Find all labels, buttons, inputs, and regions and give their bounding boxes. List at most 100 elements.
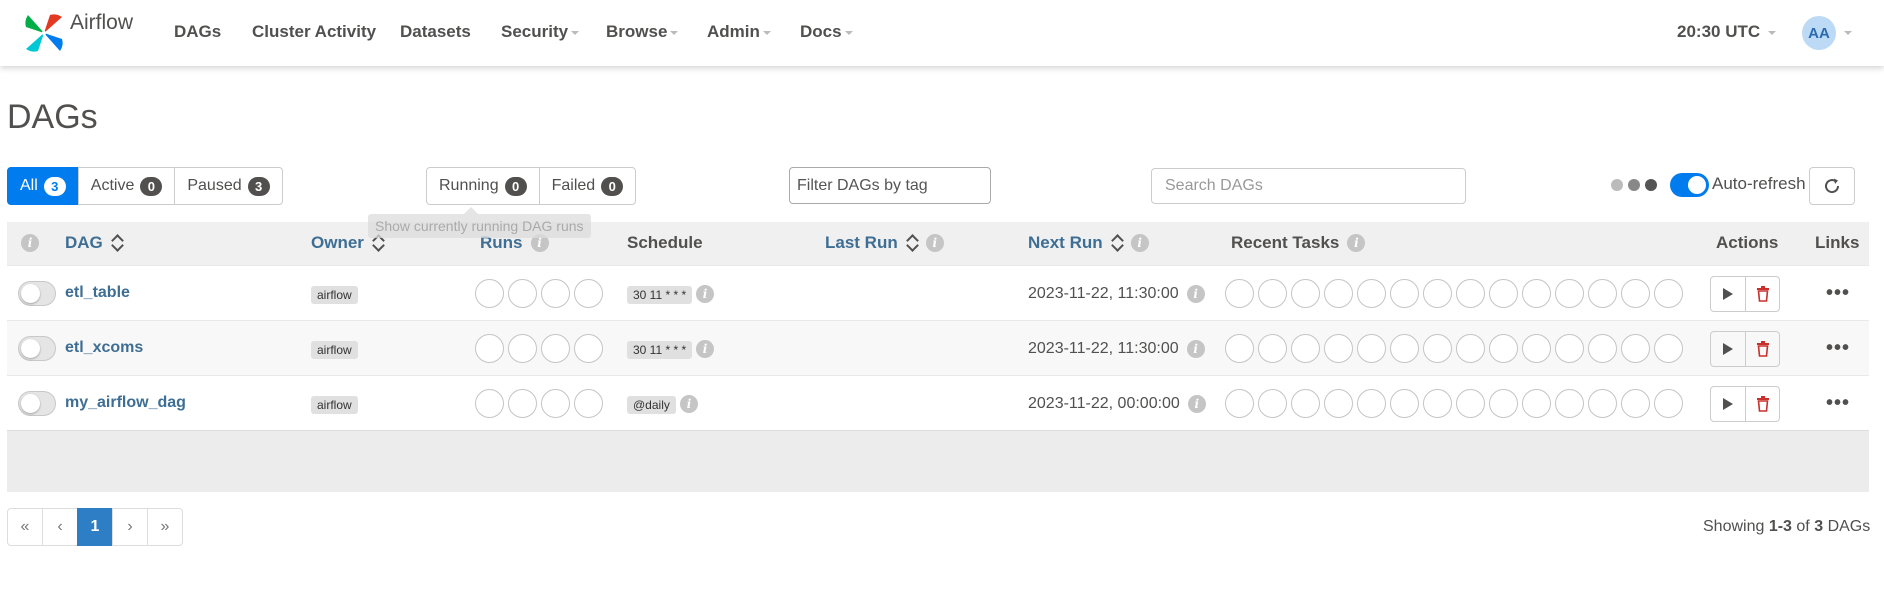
task-status-circle[interactable] [1423, 279, 1452, 308]
pause-toggle[interactable] [18, 391, 56, 416]
nav-dags[interactable]: DAGs [174, 22, 221, 42]
task-status-circle[interactable] [1489, 279, 1518, 308]
run-status-circle[interactable] [475, 334, 504, 363]
run-status-circle[interactable] [508, 389, 537, 418]
task-status-circle[interactable] [1423, 334, 1452, 363]
nav-browse[interactable]: Browse [606, 22, 679, 42]
run-status-circle[interactable] [508, 279, 537, 308]
links-menu-icon[interactable]: ••• [1826, 282, 1850, 305]
task-status-circle[interactable] [1225, 279, 1254, 308]
owner-tag[interactable]: airflow [311, 341, 358, 359]
task-status-circle[interactable] [1588, 389, 1617, 418]
search-dags-input[interactable]: Search DAGs [1151, 168, 1466, 204]
filter-paused-button[interactable]: Paused 3 [174, 167, 283, 205]
task-status-circle[interactable] [1225, 389, 1254, 418]
header-dag[interactable]: DAG [65, 233, 123, 253]
info-icon[interactable]: i [21, 234, 39, 252]
info-icon[interactable]: i [1186, 285, 1205, 303]
task-status-circle[interactable] [1588, 334, 1617, 363]
run-status-circle[interactable] [574, 334, 603, 363]
owner-tag[interactable]: airflow [311, 286, 358, 304]
filter-active-button[interactable]: Active 0 [77, 167, 176, 205]
header-next-run[interactable]: Next Run i [1028, 233, 1149, 253]
task-status-circle[interactable] [1522, 334, 1551, 363]
task-status-circle[interactable] [1291, 389, 1320, 418]
task-status-circle[interactable] [1621, 389, 1650, 418]
nav-cluster-activity[interactable]: Cluster Activity [252, 22, 376, 42]
info-icon[interactable]: i [680, 395, 698, 413]
info-icon[interactable]: i [925, 234, 944, 252]
delete-dag-button[interactable] [1745, 332, 1779, 366]
task-status-circle[interactable] [1258, 334, 1287, 363]
page-first-button[interactable]: « [7, 508, 43, 546]
task-status-circle[interactable] [1225, 334, 1254, 363]
delete-dag-button[interactable] [1745, 277, 1779, 311]
trigger-dag-button[interactable] [1711, 332, 1745, 366]
task-status-circle[interactable] [1621, 334, 1650, 363]
schedule-tag[interactable]: 30 11 * * * [627, 286, 693, 304]
owner-tag[interactable]: airflow [311, 396, 358, 414]
info-icon[interactable]: i [696, 285, 714, 303]
info-icon[interactable]: i [1187, 395, 1206, 413]
info-icon[interactable]: i [696, 340, 714, 358]
task-status-circle[interactable] [1555, 389, 1584, 418]
task-status-circle[interactable] [1291, 334, 1320, 363]
page-last-button[interactable]: » [147, 508, 183, 546]
run-status-circle[interactable] [574, 279, 603, 308]
brand[interactable]: Airflow [22, 8, 133, 58]
task-status-circle[interactable] [1390, 279, 1419, 308]
page-prev-button[interactable]: ‹ [42, 508, 78, 546]
task-status-circle[interactable] [1456, 334, 1485, 363]
task-status-circle[interactable] [1423, 389, 1452, 418]
tag-filter-input[interactable]: Filter DAGs by tag [789, 167, 991, 204]
task-status-circle[interactable] [1390, 389, 1419, 418]
filter-failed-button[interactable]: Failed 0 [538, 167, 637, 205]
task-status-circle[interactable] [1654, 334, 1683, 363]
run-status-circle[interactable] [541, 334, 570, 363]
task-status-circle[interactable] [1522, 279, 1551, 308]
dag-id-link[interactable]: etl_table [65, 284, 130, 302]
task-status-circle[interactable] [1456, 279, 1485, 308]
nav-datasets[interactable]: Datasets [400, 22, 471, 42]
run-status-circle[interactable] [475, 389, 504, 418]
task-status-circle[interactable] [1357, 334, 1386, 363]
task-status-circle[interactable] [1258, 389, 1287, 418]
links-menu-icon[interactable]: ••• [1826, 337, 1850, 360]
trigger-dag-button[interactable] [1711, 277, 1745, 311]
user-menu[interactable]: AA [1802, 16, 1852, 50]
task-status-circle[interactable] [1555, 279, 1584, 308]
task-status-circle[interactable] [1291, 279, 1320, 308]
task-status-circle[interactable] [1489, 389, 1518, 418]
dag-id-link[interactable]: etl_xcoms [65, 339, 143, 357]
task-status-circle[interactable] [1489, 334, 1518, 363]
links-menu-icon[interactable]: ••• [1826, 392, 1850, 415]
filter-running-button[interactable]: Running 0 [426, 167, 540, 205]
run-status-circle[interactable] [475, 279, 504, 308]
nav-admin[interactable]: Admin [707, 22, 771, 42]
header-last-run[interactable]: Last Run i [825, 233, 944, 253]
run-status-circle[interactable] [541, 279, 570, 308]
nav-security[interactable]: Security [501, 22, 580, 42]
info-icon[interactable]: i [1130, 234, 1149, 252]
refresh-button[interactable] [1809, 167, 1855, 205]
info-icon[interactable]: i [1186, 340, 1205, 358]
run-status-circle[interactable] [508, 334, 537, 363]
info-icon[interactable]: i [1347, 234, 1366, 252]
task-status-circle[interactable] [1357, 389, 1386, 418]
nav-docs[interactable]: Docs [800, 22, 853, 42]
task-status-circle[interactable] [1588, 279, 1617, 308]
run-status-circle[interactable] [541, 389, 570, 418]
page-next-button[interactable]: › [112, 508, 148, 546]
run-status-circle[interactable] [574, 389, 603, 418]
task-status-circle[interactable] [1522, 389, 1551, 418]
task-status-circle[interactable] [1324, 279, 1353, 308]
task-status-circle[interactable] [1654, 279, 1683, 308]
filter-all-button[interactable]: All 3 [7, 167, 79, 205]
task-status-circle[interactable] [1621, 279, 1650, 308]
task-status-circle[interactable] [1555, 334, 1584, 363]
delete-dag-button[interactable] [1745, 387, 1779, 421]
task-status-circle[interactable] [1654, 389, 1683, 418]
autorefresh-toggle[interactable] [1670, 173, 1709, 197]
task-status-circle[interactable] [1357, 279, 1386, 308]
task-status-circle[interactable] [1324, 334, 1353, 363]
